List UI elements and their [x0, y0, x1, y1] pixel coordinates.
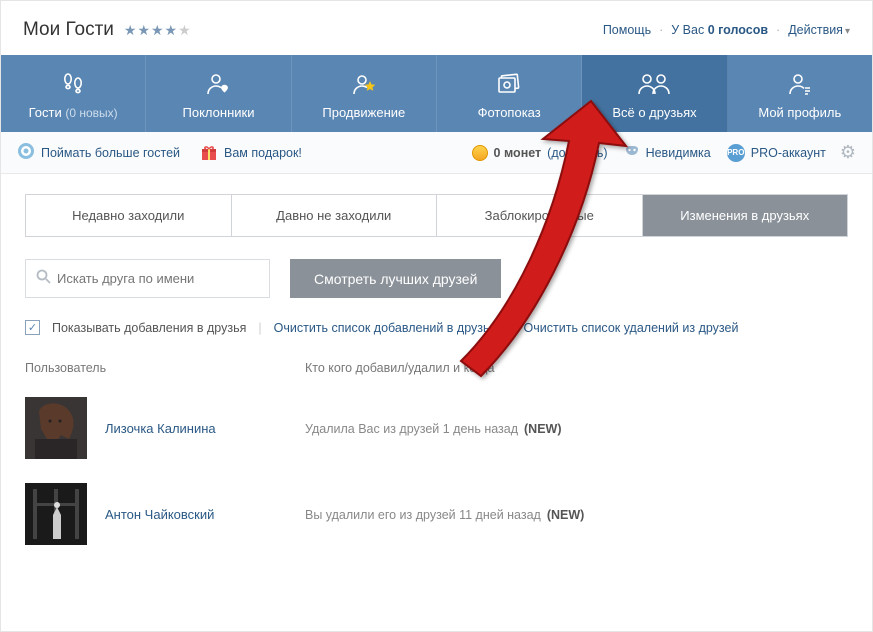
nav-profile[interactable]: Мой профиль	[728, 55, 872, 132]
chevron-down-icon: ▾	[845, 26, 850, 37]
pro-link[interactable]: PRO PRO-аккаунт	[727, 144, 826, 162]
gear-icon[interactable]: ⚙	[840, 142, 856, 163]
table-row: Антон Чайковский Вы удалили его из друзе…	[25, 471, 848, 557]
show-additions-checkbox[interactable]: ✓	[25, 320, 40, 335]
avatar[interactable]	[25, 483, 87, 545]
pro-badge-icon: PRO	[727, 144, 745, 162]
mask-icon	[624, 143, 640, 162]
avatar[interactable]	[25, 397, 87, 459]
user-name-link[interactable]: Антон Чайковский	[105, 507, 214, 522]
nav-fans[interactable]: Поклонники	[146, 55, 291, 132]
nav-photo[interactable]: Фотопоказ	[437, 55, 582, 132]
show-additions-label: Показывать добавления в друзья	[52, 321, 246, 335]
best-friends-button[interactable]: Смотреть лучших друзей	[290, 259, 501, 298]
coin-icon	[472, 145, 488, 161]
catch-guests-link[interactable]: Поймать больше гостей	[17, 142, 180, 163]
nav-promo[interactable]: Продвижение	[292, 55, 437, 132]
search-input-wrapper[interactable]	[25, 259, 270, 298]
gift-icon	[200, 144, 218, 162]
subtab-changes[interactable]: Изменения в друзьях	[643, 195, 848, 236]
subtab-blocked[interactable]: Заблокированные	[437, 195, 643, 236]
actions-dropdown[interactable]: Действия▾	[788, 23, 850, 37]
separator: ·	[657, 23, 665, 37]
footprints-icon	[5, 69, 141, 99]
nav-guests[interactable]: Гости (0 новых)	[1, 55, 146, 132]
search-input[interactable]	[51, 260, 259, 297]
main-nav: Гости (0 новых) Поклонники Продвижение Ф…	[1, 55, 872, 132]
user-name-link[interactable]: Лизочка Калинина	[105, 421, 216, 436]
coins-count: 0 монет	[494, 146, 542, 160]
profile-icon	[732, 69, 868, 99]
group-icon	[586, 69, 722, 99]
star-person-icon	[296, 69, 432, 99]
subtab-long-ago[interactable]: Давно не заходили	[232, 195, 438, 236]
votes-text: У Вас 0 голосов	[671, 23, 768, 37]
invisible-link[interactable]: Невидимка	[624, 143, 711, 162]
clear-removals-link[interactable]: Очистить список удалений из друзей	[524, 321, 739, 335]
action-text: Вы удалили его из друзей 11 дней назад(N…	[305, 508, 584, 522]
page-title: Мои Гости	[23, 19, 114, 41]
photo-stack-icon	[441, 69, 577, 99]
help-link[interactable]: Помощь	[603, 23, 651, 37]
rating-stars[interactable]: ★★★★★	[124, 22, 192, 39]
action-text: Удалила Вас из друзей 1 день назад(NEW)	[305, 422, 562, 436]
separator: ·	[774, 23, 782, 37]
column-user-header: Пользователь	[25, 361, 305, 375]
buy-coins-link[interactable]: (докупить)	[547, 146, 607, 160]
subtab-recent[interactable]: Недавно заходили	[26, 195, 232, 236]
heart-person-icon	[150, 69, 286, 99]
column-action-header: Кто кого добавил/удалил и когда	[305, 361, 848, 375]
target-icon	[17, 142, 35, 163]
clear-additions-link[interactable]: Очистить список добавлений в друзья	[274, 321, 497, 335]
nav-friends[interactable]: Всё о друзьях	[582, 55, 727, 132]
table-row: Лизочка Калинина Удалила Вас из друзей 1…	[25, 385, 848, 471]
subtabs: Недавно заходили Давно не заходили Забло…	[25, 194, 848, 237]
gift-link[interactable]: Вам подарок!	[200, 144, 302, 162]
search-icon	[36, 269, 51, 288]
